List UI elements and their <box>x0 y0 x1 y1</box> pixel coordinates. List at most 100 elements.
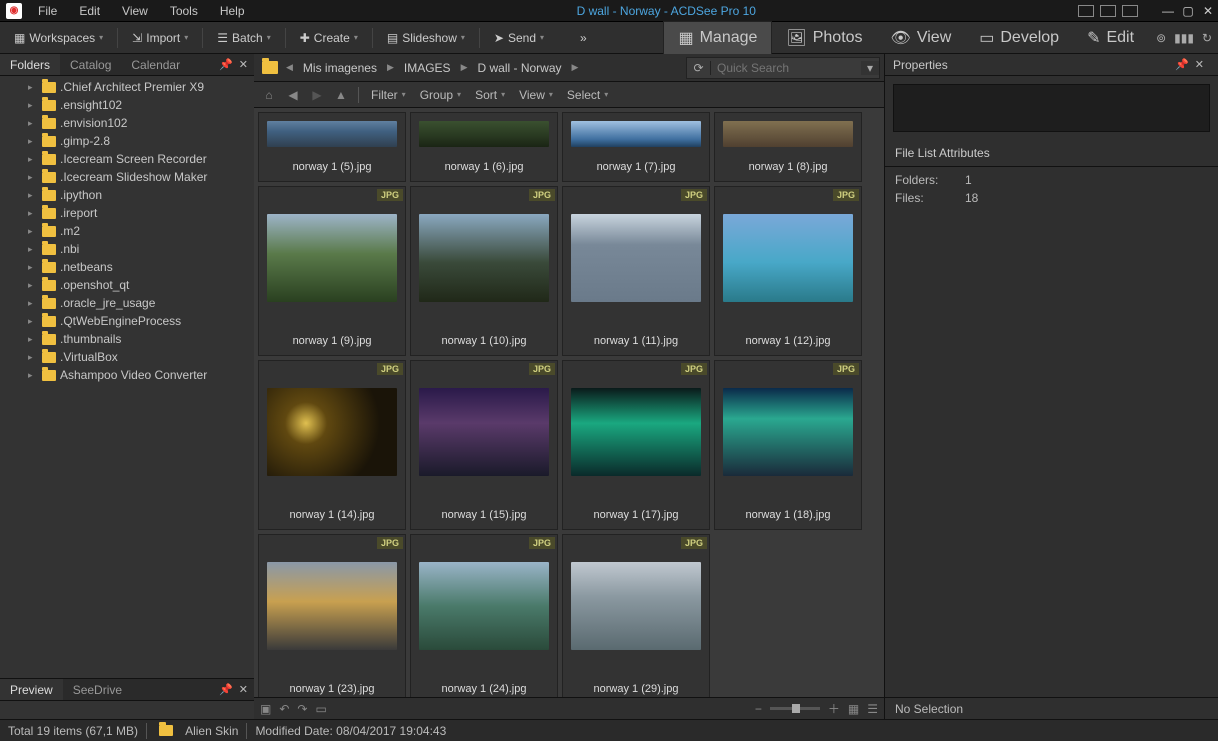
thumbnail[interactable]: norway 1 (6).jpg <box>410 112 558 182</box>
tree-item[interactable]: ▸.ipython <box>0 186 254 204</box>
slideshow-button[interactable]: ▤Slideshow▾ <box>379 27 473 49</box>
thumbnail[interactable]: JPGnorway 1 (12).jpg <box>714 186 862 356</box>
tab-preview[interactable]: Preview <box>0 679 63 700</box>
chevron-left-icon[interactable]: ◀ <box>286 62 293 73</box>
send-button[interactable]: ➤Send▾ <box>486 27 552 49</box>
filter-dropdown[interactable]: Filter▾ <box>365 86 412 104</box>
thumbnail[interactable]: JPGnorway 1 (29).jpg <box>562 534 710 697</box>
tree-item[interactable]: ▸.netbeans <box>0 258 254 276</box>
tab-seedrive[interactable]: SeeDrive <box>63 679 132 700</box>
menu-help[interactable]: Help <box>210 1 255 21</box>
expand-icon[interactable]: ▸ <box>28 226 38 237</box>
refresh-icon[interactable]: ⟳ <box>687 61 711 75</box>
thumbnail[interactable]: norway 1 (8).jpg <box>714 112 862 182</box>
view-thumbs-icon[interactable]: ▦ <box>848 702 859 716</box>
rotate-cw-icon[interactable]: ↷ <box>297 702 307 716</box>
thumbnail[interactable]: norway 1 (7).jpg <box>562 112 710 182</box>
chevron-right-icon[interactable]: ▶ <box>461 62 468 73</box>
view-details-icon[interactable]: ☰ <box>867 702 878 716</box>
tab-calendar[interactable]: Calendar <box>121 54 190 75</box>
tree-item[interactable]: ▸.Icecream Screen Recorder <box>0 150 254 168</box>
thumb-size-slider[interactable] <box>770 707 820 710</box>
folder-tree[interactable]: ▸.Chief Architect Premier X9▸.ensight102… <box>0 76 254 678</box>
layout-preset-2[interactable] <box>1100 5 1116 17</box>
pin-icon[interactable]: 📌 <box>219 58 233 71</box>
tab-folders[interactable]: Folders <box>0 54 60 75</box>
tree-item[interactable]: ▸.Icecream Slideshow Maker <box>0 168 254 186</box>
tree-item[interactable]: ▸.envision102 <box>0 114 254 132</box>
online-icon[interactable]: ⊚ <box>1156 31 1166 45</box>
thumbnail-grid[interactable]: norway 1 (5).jpgnorway 1 (6).jpgnorway 1… <box>254 108 884 697</box>
thumbnail[interactable]: JPGnorway 1 (23).jpg <box>258 534 406 697</box>
layout-presets[interactable] <box>1078 5 1138 17</box>
thumbnail[interactable]: JPGnorway 1 (18).jpg <box>714 360 862 530</box>
select-dropdown[interactable]: Select▾ <box>561 86 614 104</box>
close-panel-icon[interactable]: ✕ <box>239 58 248 71</box>
compare-icon[interactable]: ▭ <box>315 702 326 716</box>
tree-item[interactable]: ▸Ashampoo Video Converter <box>0 366 254 384</box>
stats-icon[interactable]: ▮▮▮ <box>1174 31 1194 45</box>
tree-item[interactable]: ▸.openshot_qt <box>0 276 254 294</box>
close-button[interactable]: ✕ <box>1198 4 1218 18</box>
tree-item[interactable]: ▸.thumbnails <box>0 330 254 348</box>
maximize-button[interactable]: ▢ <box>1178 4 1198 18</box>
forward-icon[interactable]: ▶ <box>306 88 328 102</box>
close-preview-icon[interactable]: ✕ <box>239 683 248 696</box>
thumbnail[interactable]: JPGnorway 1 (14).jpg <box>258 360 406 530</box>
rotate-ccw-icon[interactable]: ↶ <box>279 702 289 716</box>
search-input[interactable] <box>711 61 861 75</box>
mode-photos[interactable]: 🖼Photos <box>772 21 876 55</box>
expand-icon[interactable]: ▸ <box>28 100 38 111</box>
chevron-right-icon[interactable]: ▶ <box>572 62 579 73</box>
expand-icon[interactable]: ▸ <box>28 352 38 363</box>
tree-item[interactable]: ▸.QtWebEngineProcess <box>0 312 254 330</box>
pin-icon[interactable]: 📌 <box>1175 58 1189 71</box>
layout-preset-1[interactable] <box>1078 5 1094 17</box>
mode-develop[interactable]: ▭Develop <box>965 21 1073 55</box>
chevron-right-icon[interactable]: ▶ <box>387 62 394 73</box>
breadcrumb-2[interactable]: D wall - Norway <box>471 59 567 77</box>
import-button[interactable]: ⇲Import▾ <box>124 27 196 49</box>
expand-icon[interactable]: ▸ <box>28 262 38 273</box>
close-properties-icon[interactable]: ✕ <box>1195 58 1204 71</box>
zoom-out-icon[interactable]: − <box>755 702 762 716</box>
tree-item[interactable]: ▸.VirtualBox <box>0 348 254 366</box>
tab-catalog[interactable]: Catalog <box>60 54 121 75</box>
thumbnail[interactable]: norway 1 (5).jpg <box>258 112 406 182</box>
expand-icon[interactable]: ▸ <box>28 136 38 147</box>
group-dropdown[interactable]: Group▾ <box>414 86 467 104</box>
thumbnail[interactable]: JPGnorway 1 (24).jpg <box>410 534 558 697</box>
batch-button[interactable]: ☰Batch▾ <box>209 27 278 49</box>
mode-manage[interactable]: ▦Manage <box>663 21 772 55</box>
expand-icon[interactable]: ▸ <box>28 118 38 129</box>
thumbnail[interactable]: JPGnorway 1 (17).jpg <box>562 360 710 530</box>
expand-icon[interactable]: ▸ <box>28 208 38 219</box>
tree-item[interactable]: ▸.Chief Architect Premier X9 <box>0 78 254 96</box>
thumbnail[interactable]: JPGnorway 1 (11).jpg <box>562 186 710 356</box>
tree-item[interactable]: ▸.gimp-2.8 <box>0 132 254 150</box>
zoom-in-icon[interactable]: ＋ <box>828 700 840 717</box>
expand-icon[interactable]: ▸ <box>28 370 38 381</box>
menu-edit[interactable]: Edit <box>69 1 110 21</box>
search-dropdown[interactable]: ▾ <box>861 61 879 75</box>
menu-view[interactable]: View <box>112 1 158 21</box>
tree-item[interactable]: ▸.nbi <box>0 240 254 258</box>
tree-item[interactable]: ▸.ireport <box>0 204 254 222</box>
expand-icon[interactable]: ▸ <box>28 316 38 327</box>
expand-icon[interactable]: ▸ <box>28 334 38 345</box>
pin-icon[interactable]: 📌 <box>219 683 233 696</box>
quick-search[interactable]: ⟳ ▾ <box>686 57 880 79</box>
workspaces-button[interactable]: ▦Workspaces▾ <box>6 27 111 49</box>
create-button[interactable]: ✚Create▾ <box>292 27 366 49</box>
back-icon[interactable]: ◀ <box>282 88 304 102</box>
sort-dropdown[interactable]: Sort▾ <box>469 86 511 104</box>
breadcrumb-0[interactable]: Mis imagenes <box>297 59 383 77</box>
thumbnail[interactable]: JPGnorway 1 (10).jpg <box>410 186 558 356</box>
tree-item[interactable]: ▸.oracle_jre_usage <box>0 294 254 312</box>
expand-icon[interactable]: ▸ <box>28 244 38 255</box>
up-icon[interactable]: ▲ <box>330 88 352 102</box>
minimize-button[interactable]: — <box>1158 4 1178 18</box>
expand-icon[interactable]: ▸ <box>28 298 38 309</box>
view-dropdown[interactable]: View▾ <box>513 86 559 104</box>
mode-edit[interactable]: ✎Edit <box>1073 21 1148 55</box>
